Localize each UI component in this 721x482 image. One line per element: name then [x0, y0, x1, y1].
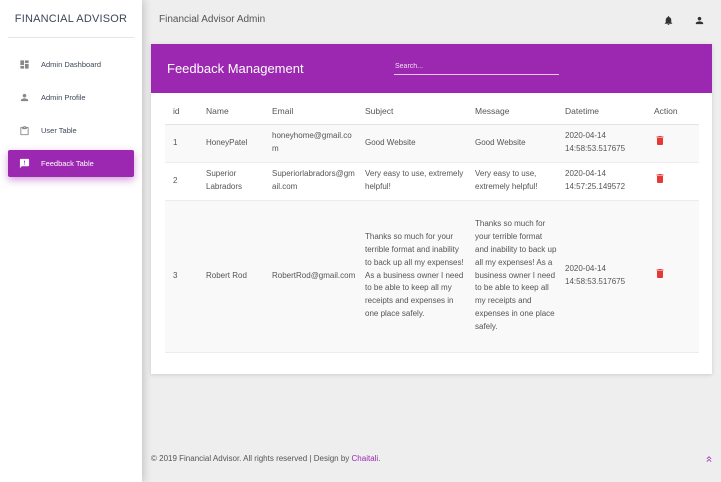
delete-icon[interactable]	[654, 134, 666, 152]
sidebar-item-feedback-table[interactable]: Feedback Table	[8, 150, 134, 177]
cell-action	[646, 200, 699, 353]
cell-subject: Good Website	[357, 124, 467, 163]
cell-name: Robert Rod	[198, 200, 264, 353]
top-navbar: Financial Advisor Admin	[142, 0, 721, 38]
cell-action	[646, 124, 699, 163]
column-header-name: Name	[198, 99, 264, 125]
card-title-light: Feedback	[167, 61, 228, 76]
card-header: Feedback Management	[151, 44, 712, 93]
sidebar-item-label: User Table	[41, 126, 77, 135]
cell-name: HoneyPatel	[198, 124, 264, 163]
delete-icon[interactable]	[654, 267, 666, 285]
brand-title[interactable]: FINANCIAL ADVISOR	[8, 0, 134, 38]
column-header-subject: Subject	[357, 99, 467, 125]
page-title: Financial Advisor Admin	[159, 13, 266, 25]
cell-message: Very easy to use, extremely helpful!	[467, 162, 557, 201]
table-row: 1 HoneyPatel honeyhome@gmail.com Good We…	[165, 124, 699, 163]
cell-email: RobertRod@gmail.com	[264, 200, 357, 353]
sidebar-item-label: Admin Dashboard	[41, 60, 102, 69]
cell-message: Thanks so much for your terrible format …	[467, 200, 557, 353]
cell-datetime: 2020-04-14 14:58:53.517675	[557, 124, 646, 163]
sidebar-item-user-table[interactable]: User Table	[8, 117, 134, 144]
delete-icon[interactable]	[654, 172, 666, 190]
cell-message: Good Website	[467, 124, 557, 163]
column-header-message: Message	[467, 99, 557, 125]
cell-action	[646, 162, 699, 201]
feedback-table: id Name Email Subject Message Datetime A…	[165, 99, 699, 353]
user-icon[interactable]	[694, 13, 705, 31]
sidebar-item-admin-dashboard[interactable]: Admin Dashboard	[8, 51, 134, 78]
person-icon	[18, 92, 30, 104]
cell-email: Superiorlabradors@gmail.com	[264, 162, 357, 201]
sidebar-item-label: Feedback Table	[41, 159, 94, 168]
feedback-icon	[18, 158, 30, 170]
sidebar: FINANCIAL ADVISOR Admin Dashboard Admin …	[0, 0, 142, 482]
sidebar-item-label: Admin Profile	[41, 93, 86, 102]
cell-name: Superior Labradors	[198, 162, 264, 201]
table-row: 3 Robert Rod RobertRod@gmail.com Thanks …	[165, 200, 699, 353]
cell-id: 1	[165, 124, 198, 163]
designer-link[interactable]: Chaitali	[352, 454, 379, 463]
table-row: 2 Superior Labradors Superiorlabradors@g…	[165, 162, 699, 201]
cell-datetime: 2020-04-14 14:58:53.517675	[557, 200, 646, 353]
column-header-email: Email	[264, 99, 357, 125]
sidebar-item-admin-profile[interactable]: Admin Profile	[8, 84, 134, 111]
dashboard-icon	[18, 59, 30, 71]
sidebar-nav: Admin Dashboard Admin Profile User Table…	[0, 38, 142, 177]
topbar-icons	[663, 13, 705, 31]
feedback-card: Feedback Management id Name Email Subjec…	[151, 44, 712, 374]
bell-icon[interactable]	[663, 13, 674, 31]
cell-id: 3	[165, 200, 198, 353]
cell-subject: Thanks so much for your terrible format …	[357, 200, 467, 353]
clipboard-icon	[18, 125, 30, 137]
scroll-to-top-icon[interactable]	[704, 452, 714, 470]
cell-email: honeyhome@gmail.com	[264, 124, 357, 163]
cell-id: 2	[165, 162, 198, 201]
footer-end: .	[378, 454, 381, 463]
cell-datetime: 2020-04-14 14:57:25.149572	[557, 162, 646, 201]
search-input[interactable]	[394, 59, 559, 75]
column-header-datetime: Datetime	[557, 99, 646, 125]
column-header-action: Action	[646, 99, 699, 125]
column-header-id: id	[165, 99, 198, 125]
table-header-row: id Name Email Subject Message Datetime A…	[165, 99, 699, 125]
cell-subject: Very easy to use, extremely helpful!	[357, 162, 467, 201]
footer: © 2019 Financial Advisor. All rights res…	[151, 454, 380, 463]
footer-text: © 2019 Financial Advisor. All rights res…	[151, 454, 352, 463]
card-title-bold: Management	[227, 61, 304, 76]
card-title: Feedback Management	[167, 61, 304, 76]
